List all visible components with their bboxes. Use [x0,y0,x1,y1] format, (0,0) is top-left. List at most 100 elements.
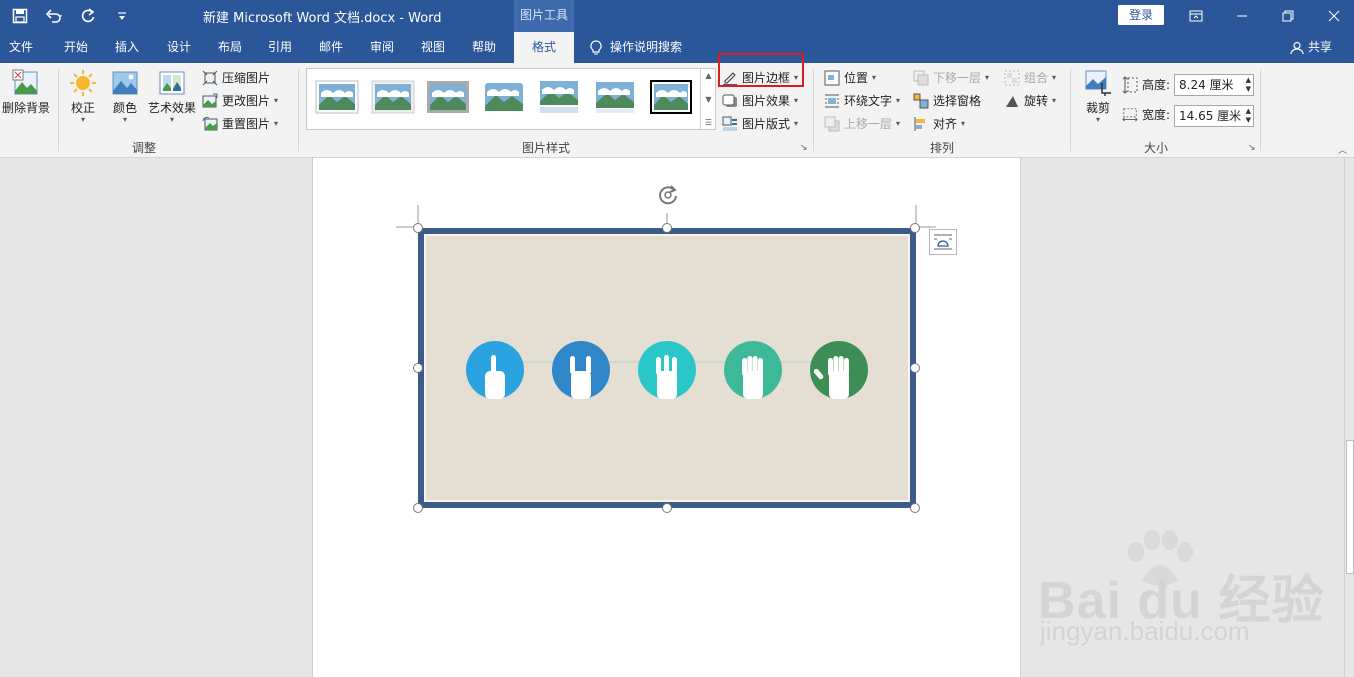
tell-me-search[interactable]: 操作说明搜索 [590,32,682,63]
person-icon [1290,41,1304,54]
chevron-down-icon: ▾ [1052,95,1057,105]
scrollbar-thumb[interactable] [1346,440,1354,574]
picture-effects-label: 图片效果 [742,94,791,108]
wrap-text-button[interactable]: 环绕文字 ▾ [824,92,900,109]
align-button[interactable]: 对齐 ▾ [913,115,965,132]
close-icon[interactable] [1311,0,1354,32]
redo-icon[interactable] [78,6,98,26]
vertical-scrollbar[interactable] [1344,158,1354,677]
chevron-down-icon: ▾ [122,115,127,124]
style-thumbnail-shadow-frame[interactable] [426,79,470,115]
resize-handle-top-right[interactable] [910,223,920,233]
color-label: 颜色 [112,101,137,115]
picture-layout-button[interactable]: 图片版式 ▾ [722,115,798,132]
crop-icon [1084,69,1112,97]
chevron-down-icon: ▾ [794,95,799,105]
send-backward-icon [913,70,929,86]
style-thumbnail-soft-edge[interactable] [371,79,415,115]
remove-background-button[interactable]: 删除背景 [2,69,50,116]
resize-handle-left[interactable] [413,363,423,373]
change-picture-button[interactable]: 更改图片 ▾ [202,92,278,109]
separator [58,69,59,151]
height-spinner-icon[interactable]: ▲ ▼ [1246,76,1251,94]
gallery-scroll[interactable]: ▲ ▼ ☰ [700,68,716,130]
picture-content [426,236,908,500]
color-picture-icon [111,69,139,97]
style-thumbnail-simple-frame[interactable] [315,79,359,115]
tab-review[interactable]: 审阅 [370,32,394,63]
tab-file[interactable]: 文件 [9,32,33,63]
hand-one-icon [466,341,524,399]
rotate-objects-button[interactable]: 旋转 ▾ [1004,92,1056,109]
collapse-ribbon-icon[interactable]: ︿ [1338,143,1347,156]
crop-button[interactable]: 裁剪 ▾ [1084,69,1112,124]
picture-effects-button[interactable]: 图片效果 ▾ [722,92,798,109]
width-label-text: 宽度: [1142,108,1171,122]
color-button[interactable]: 颜色 ▾ [111,69,139,124]
login-button[interactable]: 登录 [1118,5,1164,25]
corrections-label: 校正 [70,101,95,115]
tab-mailings[interactable]: 邮件 [319,32,343,63]
picture-styles-launcher-icon[interactable]: ↘ [800,143,808,153]
tab-format[interactable]: 格式 [514,32,574,63]
hand-four-icon [724,341,782,399]
chevron-down-icon: ▾ [794,118,799,128]
minimize-icon[interactable] [1219,0,1265,32]
resize-handle-top-left[interactable] [413,223,423,233]
resize-handle-top[interactable] [662,223,672,233]
resize-handle-right[interactable] [910,363,920,373]
resize-handle-bottom-left[interactable] [413,503,423,513]
height-icon [1122,75,1138,94]
picture-tools-context-tab: 图片工具 [514,0,574,32]
tab-references[interactable]: 引用 [268,32,292,63]
bring-forward-button[interactable]: 上移一层 ▾ [824,115,900,132]
sun-icon [69,69,97,97]
tab-view[interactable]: 视图 [421,32,445,63]
chevron-down-icon[interactable]: ▼ [705,95,711,104]
width-input[interactable]: 14.65 厘米 ▲ ▼ [1174,105,1254,127]
layout-options-button[interactable] [929,229,957,255]
chevron-down-icon: ▾ [896,95,901,105]
selected-picture[interactable] [418,228,916,508]
share-button[interactable]: 共享 [1290,32,1332,63]
group-objects-button[interactable]: 组合 ▾ [1004,69,1056,86]
rotate-handle-icon[interactable] [657,184,679,206]
position-button[interactable]: 位置 ▾ [824,69,876,86]
selection-pane-icon [913,93,929,109]
style-thumbnail-soft-reflection[interactable] [593,79,637,115]
corrections-button[interactable]: 校正 ▾ [69,69,97,124]
chevron-down-icon: ▾ [170,115,175,124]
width-spinner-icon[interactable]: ▲ ▼ [1246,107,1251,125]
chevron-down-icon: ▾ [80,115,85,124]
resize-handle-bottom[interactable] [662,503,672,513]
more-styles-icon[interactable]: ☰ [705,118,712,127]
selection-pane-button[interactable]: 选择窗格 [913,92,981,109]
style-thumbnail-reflected[interactable] [537,79,581,115]
ribbon-display-options-icon[interactable] [1173,0,1219,32]
style-thumbnail-rounded[interactable] [482,79,526,115]
send-backward-button[interactable]: 下移一层 ▾ [913,69,989,86]
tab-layout[interactable]: 布局 [218,32,242,63]
restore-icon[interactable] [1265,0,1311,32]
save-icon[interactable] [10,6,30,26]
selection-pane-label: 选择窗格 [933,94,982,108]
tab-home[interactable]: 开始 [64,32,88,63]
tab-insert[interactable]: 插入 [115,32,139,63]
chevron-up-icon[interactable]: ▲ [705,71,711,80]
style-thumbnail-thick-black-frame[interactable] [649,79,693,115]
undo-icon[interactable] [44,6,64,26]
highlight-box [718,53,804,87]
send-backward-label: 下移一层 [933,71,982,85]
tab-design[interactable]: 设计 [167,32,191,63]
resize-handle-bottom-right[interactable] [910,503,920,513]
compress-label: 压缩图片 [222,71,271,85]
document-title: 新建 Microsoft Word 文档.docx - Word [203,11,442,26]
artistic-effects-icon [158,69,186,97]
compress-pictures-button[interactable]: 压缩图片 [202,69,270,86]
tab-help[interactable]: 帮助 [472,32,496,63]
customize-qat-icon[interactable] [112,6,132,26]
height-input[interactable]: 8.24 厘米 ▲ ▼ [1174,74,1254,96]
artistic-effects-button[interactable]: 艺术效果 ▾ [148,69,196,124]
reset-picture-button[interactable]: 重置图片 ▾ [202,115,278,132]
size-launcher-icon[interactable]: ↘ [1248,143,1256,153]
